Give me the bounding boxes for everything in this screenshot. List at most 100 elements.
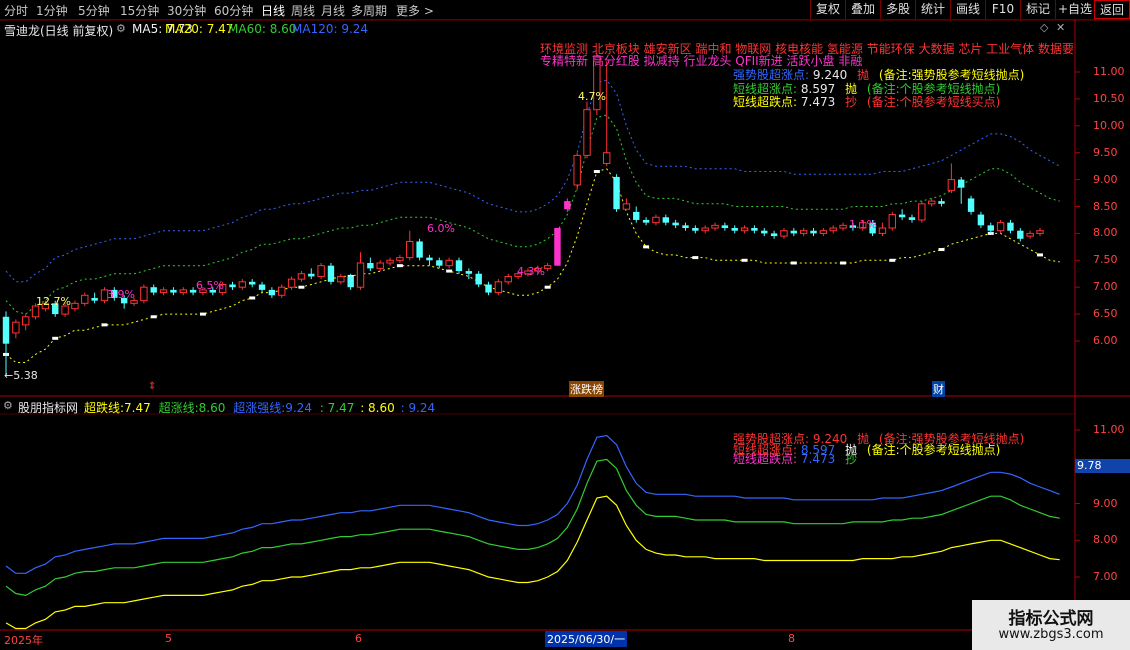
candle-body: [918, 203, 926, 221]
candle-body: [1036, 230, 1044, 234]
x-axis-label: 6: [355, 632, 362, 645]
pct-label: 1.1%: [849, 218, 877, 231]
candle-body: [888, 214, 896, 229]
pct-label: 6.0%: [427, 222, 455, 235]
candle-body: [327, 265, 335, 282]
collapse-icon[interactable]: ◇: [1040, 21, 1048, 34]
event-marker[interactable]: ⇕: [148, 381, 156, 392]
y-tick-label: 9.50: [1093, 145, 1118, 159]
current-value-badge: 9.78: [1075, 459, 1130, 473]
candle-body: [761, 230, 768, 234]
ma20-label: MA20: 7.47: [165, 22, 234, 36]
band-line-strong_overbought: [5, 79, 1060, 283]
candle-body: [642, 219, 650, 223]
x-axis-label: 2025年: [4, 634, 43, 647]
annotation-label: 短线超跌点:: [733, 95, 798, 109]
candle-body: [150, 287, 157, 293]
settings-icon[interactable]: ⚙: [116, 22, 126, 35]
candle-body: [308, 273, 315, 277]
y-tick-label: 6.50: [1093, 307, 1118, 321]
candle-body: [445, 259, 453, 267]
candle-body: [573, 154, 581, 186]
candle-body: [711, 224, 719, 229]
oversold-dot: [938, 248, 945, 252]
candle-body: [583, 109, 591, 156]
candle-body: [554, 228, 561, 266]
candle-body: [386, 259, 394, 264]
candle-body: [376, 262, 384, 269]
candle-body: [721, 225, 729, 229]
y-tick-label: 7.50: [1093, 253, 1118, 267]
extra-value: : 7.47: [319, 401, 355, 415]
candle-body: [810, 230, 817, 234]
oversold-dot: [396, 264, 403, 268]
oversold-line-label: 超跌线:: [84, 401, 125, 415]
candle-body: [278, 286, 286, 296]
candle-body: [878, 227, 887, 234]
y-tick-label: 9.00: [1093, 172, 1118, 186]
close-icon[interactable]: ✕: [1056, 21, 1065, 34]
y-tick-label: 8.50: [1093, 199, 1118, 213]
indicator-line-labels: 超跌线:7.47 超涨线:8.60 超涨强线:9.24 : 7.47 : 8.6…: [84, 399, 435, 416]
candle-body: [682, 225, 689, 229]
oversold-dot: [150, 315, 157, 319]
candle-body: [564, 201, 571, 210]
ma120-label: MA120: 9.24: [292, 22, 369, 36]
candle-body: [927, 200, 936, 205]
candle-body: [613, 176, 620, 210]
candle-body: [465, 271, 473, 274]
x-axis-cursor-date: 2025/06/30/一: [545, 631, 628, 647]
x-axis-label: 8: [788, 632, 795, 645]
candle-body: [692, 228, 699, 231]
candle-body: [426, 257, 433, 261]
pct-label: 4.3%: [517, 265, 545, 278]
watermark-title: 指标公式网: [1008, 609, 1094, 629]
candle-body: [317, 265, 325, 277]
y-tick-label: 8.00: [1093, 533, 1118, 547]
candle-body: [799, 230, 808, 234]
watermark-url: www.zbgs3.com: [998, 627, 1104, 642]
candle-body: [337, 275, 345, 283]
y-tick-label: 10.50: [1093, 91, 1125, 105]
candle-body: [977, 214, 985, 226]
event-marker-finance[interactable]: 财: [932, 381, 945, 397]
oversold-dot: [593, 170, 600, 174]
ma60-label: MA60: 8.60: [228, 22, 297, 36]
overbought-line-value: 8.60: [198, 401, 226, 415]
y-tick-label: 11.00: [1093, 423, 1125, 436]
stock-title: 雪迪龙(日线 前复权): [4, 24, 114, 38]
oversold-dot: [199, 312, 206, 316]
oversold-dot: [101, 323, 108, 327]
candle-body: [1026, 232, 1034, 237]
candle-body: [21, 316, 30, 326]
candle-body: [130, 300, 138, 304]
candle-body: [947, 179, 956, 191]
annotation-action: 抄: [845, 95, 858, 109]
candle-body: [662, 217, 669, 223]
candle-body: [701, 227, 709, 232]
candle-body: [229, 284, 236, 288]
oversold-dot: [692, 256, 699, 260]
annotation-note: (备注:个股参考短线抛点): [866, 443, 1001, 457]
candle-body: [91, 297, 98, 301]
candle-body: [1007, 222, 1014, 231]
candle-body: [297, 273, 306, 280]
annotation-value: 7.473: [800, 95, 836, 109]
candle-body: [938, 201, 945, 204]
candle-body: [238, 281, 247, 288]
x-axis-label: 5: [165, 632, 172, 645]
oversold-dot: [544, 285, 551, 289]
annotation-note: (备注:个股参考短线买点): [866, 95, 1001, 109]
candle-body: [1017, 230, 1024, 239]
settings-icon[interactable]: ⚙: [3, 399, 13, 412]
event-marker-ranking[interactable]: 涨跌榜: [569, 381, 604, 397]
oversold-dot: [52, 336, 59, 340]
indicator-annotation: 短线超跌点: 7.473 抄: [733, 450, 857, 467]
candle-body: [287, 278, 296, 288]
candle-body: [790, 230, 798, 234]
watermark: 指标公式网 www.zbgs3.com: [972, 600, 1130, 650]
candle-body: [455, 260, 463, 272]
candle-body: [751, 228, 758, 231]
candle-body: [140, 286, 148, 302]
low-price-value: 5.38: [13, 369, 38, 382]
